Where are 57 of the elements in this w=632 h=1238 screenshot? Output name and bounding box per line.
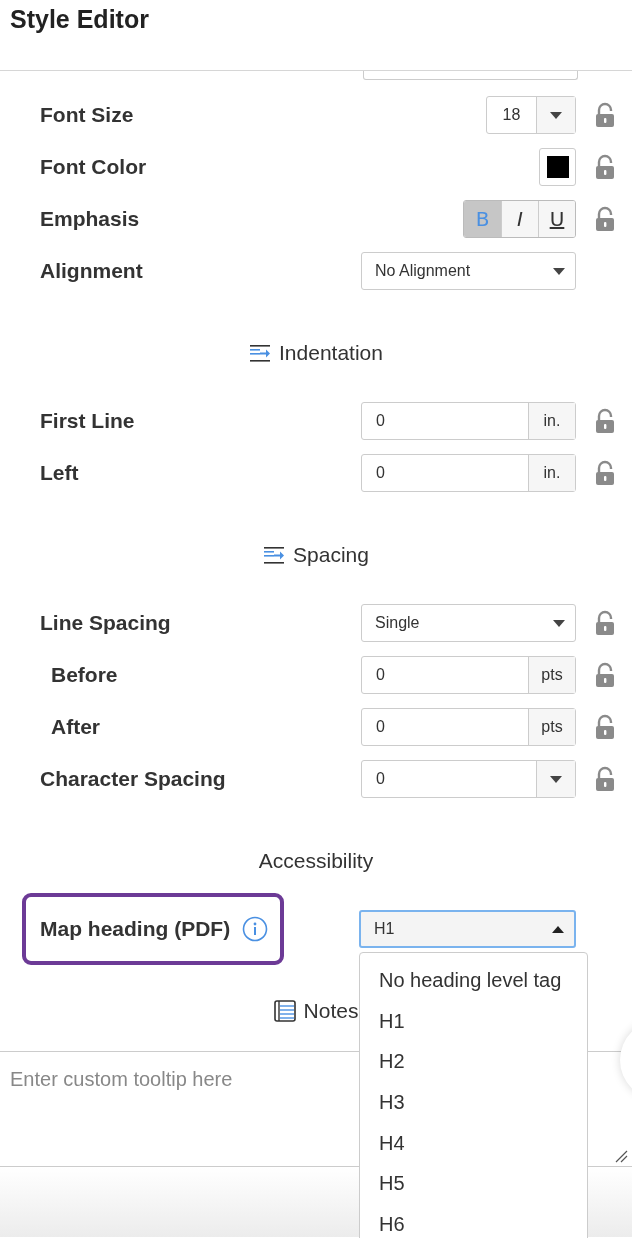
menu-option[interactable]: H6: [360, 1204, 587, 1238]
field-label: Character Spacing: [40, 767, 226, 791]
lock-icon[interactable]: [595, 408, 615, 434]
caret-icon: [552, 925, 564, 933]
caret-icon: [550, 111, 562, 119]
panel-title: Style Editor: [10, 5, 149, 34]
caret-icon: [550, 775, 562, 783]
lock-icon[interactable]: [595, 714, 615, 740]
lock-icon[interactable]: [595, 766, 615, 792]
caret-icon: [553, 619, 565, 627]
number-combo[interactable]: 18: [486, 96, 576, 134]
menu-option[interactable]: H3: [360, 1082, 587, 1123]
select-dropdown[interactable]: H1: [359, 910, 576, 948]
section-heading: Accessibility: [258, 849, 374, 873]
field-label: Left: [40, 461, 79, 485]
italic-button[interactable]: I: [501, 201, 538, 237]
indent-icon: [263, 546, 286, 564]
lock-icon[interactable]: [595, 206, 615, 232]
field-label: Before: [50, 663, 118, 687]
caret-icon: [553, 267, 565, 275]
unit-suffix: pts: [528, 709, 575, 745]
lock-icon[interactable]: [595, 154, 615, 180]
section-heading: Indentation: [279, 341, 383, 365]
menu-option[interactable]: H4: [360, 1122, 587, 1164]
menu-option[interactable]: H1: [360, 1000, 587, 1042]
resize-grip-icon[interactable]: [614, 1149, 628, 1163]
notes-icon: [273, 1000, 296, 1022]
lock-icon[interactable]: [595, 102, 615, 128]
field-label: First Line: [40, 409, 135, 433]
lock-icon[interactable]: [595, 662, 615, 688]
number-combo[interactable]: 0: [361, 760, 576, 798]
field-label: Emphasis: [40, 207, 140, 231]
info-icon[interactable]: [242, 916, 269, 942]
number-field[interactable]: 0 pts: [361, 708, 576, 746]
lock-icon[interactable]: [595, 460, 615, 486]
section-heading: Spacing: [293, 543, 369, 567]
field-label: Font Size: [40, 103, 134, 127]
section-heading: Notes: [303, 999, 359, 1023]
field-label: Font Color: [40, 155, 147, 179]
number-field[interactable]: 0 in.: [361, 402, 576, 440]
underline-button[interactable]: U: [538, 201, 575, 237]
field-label: Alignment: [40, 259, 143, 283]
unit-suffix: in.: [528, 455, 575, 491]
lock-icon[interactable]: [595, 610, 615, 636]
menu-option[interactable]: No heading level tag: [360, 960, 587, 1001]
unit-suffix: in.: [528, 403, 575, 439]
field-label: Line Spacing: [40, 611, 171, 635]
field-label: After: [50, 715, 100, 739]
color-swatch-button[interactable]: [539, 148, 576, 186]
field-label: Map heading (PDF): [40, 917, 231, 941]
number-field[interactable]: 0 in.: [361, 454, 576, 492]
unit-suffix: pts: [528, 657, 575, 693]
number-field[interactable]: 0 pts: [361, 656, 576, 694]
indent-icon: [249, 344, 272, 362]
select-dropdown[interactable]: Single: [361, 604, 576, 642]
select-dropdown[interactable]: No Alignment: [361, 252, 576, 290]
text-field[interactable]: [363, 71, 578, 80]
